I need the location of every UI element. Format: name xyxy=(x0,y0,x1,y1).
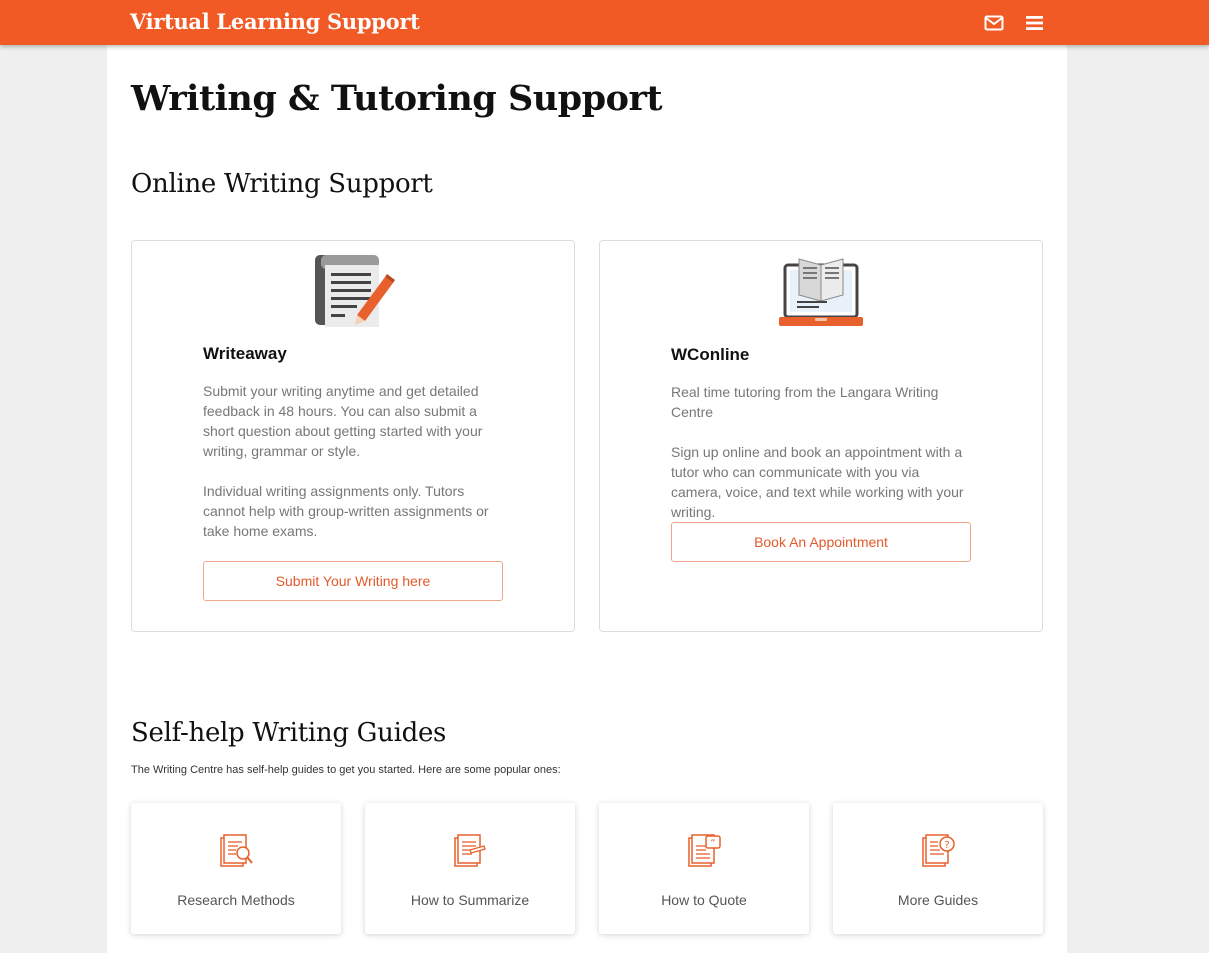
card-description: Individual writing assignments only. Tut… xyxy=(203,483,489,539)
online-writing-support-heading: Online Writing Support xyxy=(131,169,433,199)
page-title: Writing & Tutoring Support xyxy=(131,78,663,119)
submit-writing-button[interactable]: Submit Your Writing here xyxy=(203,561,503,601)
main-content: Writing & Tutoring Support Online Writin… xyxy=(107,45,1067,953)
document-pencil-icon xyxy=(454,834,486,867)
guide-tile-how-to-summarize[interactable]: How to Summarize xyxy=(365,803,575,934)
card-title-writeaway: Writeaway xyxy=(203,344,287,363)
laptop-book-icon xyxy=(779,258,863,326)
wconline-card: WConline Real time tutoring from the Lan… xyxy=(599,240,1043,632)
guide-label: More Guides xyxy=(897,892,979,908)
hamburger-menu-icon[interactable] xyxy=(1025,13,1045,33)
guide-tile-research-methods[interactable]: Research Methods xyxy=(131,803,341,934)
card-description: Sign up online and book an appointment w… xyxy=(671,444,964,520)
notebook-pencil-icon xyxy=(315,255,395,327)
document-magnifier-icon xyxy=(220,834,253,867)
card-title-wconline: WConline xyxy=(671,345,750,364)
guides-intro-text: The Writing Centre has self-help guides … xyxy=(131,764,561,776)
guide-label: Research Methods xyxy=(177,892,295,908)
book-appointment-button[interactable]: Book An Appointment xyxy=(671,522,971,562)
envelope-icon[interactable] xyxy=(984,13,1004,33)
writeaway-card: Writeaway Submit your writing anytime an… xyxy=(131,240,575,632)
site-brand-link[interactable]: Virtual Learning Support xyxy=(130,9,420,34)
card-description: Real time tutoring from the Langara Writ… xyxy=(671,384,939,420)
document-quote-icon: “ xyxy=(688,834,721,867)
guide-label: How to Summarize xyxy=(410,892,530,908)
document-question-icon: ? xyxy=(922,834,955,867)
card-description: Submit your writing anytime and get deta… xyxy=(203,383,483,459)
guide-tile-more-guides[interactable]: ? More Guides xyxy=(833,803,1043,934)
top-navigation-bar: Virtual Learning Support xyxy=(0,0,1209,45)
guide-tile-how-to-quote[interactable]: “ How to Quote xyxy=(599,803,809,934)
svg-text:?: ? xyxy=(944,840,949,851)
self-help-guides-heading: Self-help Writing Guides xyxy=(131,718,447,748)
svg-text:“: “ xyxy=(710,838,715,849)
guide-label: How to Quote xyxy=(661,892,747,908)
